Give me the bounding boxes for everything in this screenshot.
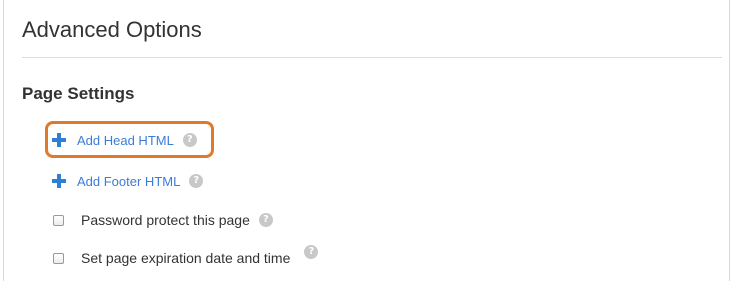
help-icon[interactable]: ?	[258, 213, 273, 227]
help-icon[interactable]: ?	[182, 133, 197, 147]
password-protect-checkbox[interactable]	[53, 214, 64, 226]
divider	[22, 57, 722, 58]
section-title: Page Settings	[22, 84, 135, 103]
page-expiration-checkbox[interactable]	[53, 252, 64, 264]
plus-icon	[52, 174, 66, 188]
panel-title: Advanced Options	[22, 17, 202, 42]
page-expiration-label: Set page expiration date and time	[81, 250, 291, 266]
add-footer-html-label[interactable]: Add Footer HTML	[77, 174, 180, 189]
plus-icon	[52, 133, 66, 147]
add-head-html-link[interactable]: Add Head HTML ?	[52, 129, 197, 151]
add-head-html-label[interactable]: Add Head HTML	[77, 133, 174, 148]
password-protect-option[interactable]: Password protect this page ?	[53, 209, 273, 231]
page-expiration-option[interactable]: Set page expiration date and time ?	[53, 245, 319, 269]
help-icon[interactable]: ?	[304, 245, 319, 259]
advanced-options-panel: Advanced Options Page Settings Add Head …	[3, 0, 730, 281]
password-protect-label: Password protect this page	[81, 212, 250, 228]
help-icon[interactable]: ?	[189, 174, 204, 188]
add-footer-html-link[interactable]: Add Footer HTML ?	[52, 170, 204, 192]
